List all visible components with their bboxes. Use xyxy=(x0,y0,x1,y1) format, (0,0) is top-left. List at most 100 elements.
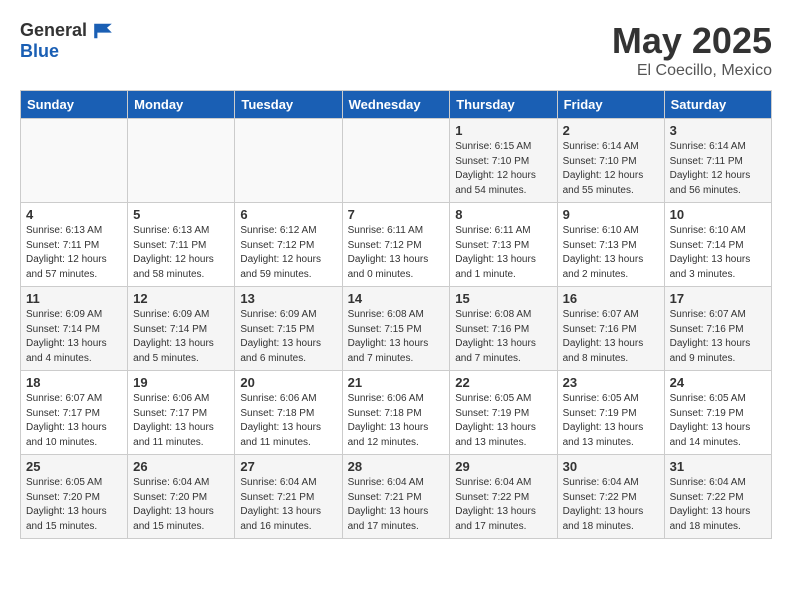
day-number: 19 xyxy=(133,375,229,390)
day-info: Sunrise: 6:04 AM Sunset: 7:22 PM Dayligh… xyxy=(563,476,659,534)
calendar-cell: 5 Sunrise: 6:13 AM Sunset: 7:11 PM Daylig… xyxy=(128,203,235,287)
day-number: 1 xyxy=(455,123,551,138)
day-number: 7 xyxy=(348,207,445,222)
logo: General Blue xyxy=(20,20,115,62)
calendar-cell: 1 Sunrise: 6:15 AM Sunset: 7:10 PM Daylig… xyxy=(450,119,557,203)
day-number: 30 xyxy=(563,459,659,474)
calendar-cell: 29 Sunrise: 6:04 AM Sunset: 7:22 PM Dayli… xyxy=(450,455,557,539)
day-number: 26 xyxy=(133,459,229,474)
day-info: Sunrise: 6:14 AM Sunset: 7:10 PM Dayligh… xyxy=(563,140,659,198)
calendar-header-row: SundayMondayTuesdayWednesdayThursdayFrid… xyxy=(21,91,772,119)
day-info: Sunrise: 6:07 AM Sunset: 7:17 PM Dayligh… xyxy=(26,392,122,450)
calendar-week-2: 4Sunrise: 6:13 AM Sunset: 7:11 PM Daylig… xyxy=(21,203,772,287)
day-info: Sunrise: 6:09 AM Sunset: 7:14 PM Dayligh… xyxy=(26,308,122,366)
day-number: 22 xyxy=(455,375,551,390)
calendar-cell: 13Sunrise: 6:09 AM Sunset: 7:15 PM Dayli… xyxy=(235,287,342,371)
day-number: 16 xyxy=(563,291,659,306)
day-number: 12 xyxy=(133,291,229,306)
day-info: Sunrise: 6:08 AM Sunset: 7:16 PM Dayligh… xyxy=(455,308,551,366)
location: El Coecillo, Mexico xyxy=(612,62,772,80)
day-info: Sunrise: 6:04 AM Sunset: 7:21 PM Dayligh… xyxy=(240,476,336,534)
day-number: 25 xyxy=(26,459,122,474)
day-info: Sunrise: 6:13 AM Sunset: 7:11 PM Dayligh… xyxy=(26,224,122,282)
day-number: 28 xyxy=(348,459,445,474)
day-number: 24 xyxy=(670,375,766,390)
day-info: Sunrise: 6:06 AM Sunset: 7:18 PM Dayligh… xyxy=(348,392,445,450)
day-number: 6 xyxy=(240,207,336,222)
title-block: May 2025 El Coecillo, Mexico xyxy=(612,20,772,80)
calendar: SundayMondayTuesdayWednesdayThursdayFrid… xyxy=(20,90,772,539)
col-header-tuesday: Tuesday xyxy=(235,91,342,119)
day-number: 29 xyxy=(455,459,551,474)
calendar-cell xyxy=(21,119,128,203)
calendar-cell: 8Sunrise: 6:11 AM Sunset: 7:13 PM Daylig… xyxy=(450,203,557,287)
day-info: Sunrise: 6:12 AM Sunset: 7:12 PM Dayligh… xyxy=(240,224,336,282)
day-number: 11 xyxy=(26,291,122,306)
day-number: 3 xyxy=(670,123,766,138)
calendar-cell: 24 Sunrise: 6:05 AM Sunset: 7:19 PM Dayli… xyxy=(664,371,771,455)
calendar-cell: 10 Sunrise: 6:10 AM Sunset: 7:14 PM Dayli… xyxy=(664,203,771,287)
calendar-cell: 22 Sunrise: 6:05 AM Sunset: 7:19 PM Dayli… xyxy=(450,371,557,455)
calendar-cell: 9 Sunrise: 6:10 AM Sunset: 7:13 PM Daylig… xyxy=(557,203,664,287)
calendar-cell: 19 Sunrise: 6:06 AM Sunset: 7:17 PM Dayli… xyxy=(128,371,235,455)
calendar-cell: 18 Sunrise: 6:07 AM Sunset: 7:17 PM Dayli… xyxy=(21,371,128,455)
day-info: Sunrise: 6:06 AM Sunset: 7:18 PM Dayligh… xyxy=(240,392,336,450)
calendar-week-3: 11 Sunrise: 6:09 AM Sunset: 7:14 PM Dayli… xyxy=(21,287,772,371)
col-header-sunday: Sunday xyxy=(21,91,128,119)
calendar-cell: 25 Sunrise: 6:05 AM Sunset: 7:20 PM Dayli… xyxy=(21,455,128,539)
day-info: Sunrise: 6:04 AM Sunset: 7:21 PM Dayligh… xyxy=(348,476,445,534)
calendar-cell: 11 Sunrise: 6:09 AM Sunset: 7:14 PM Dayli… xyxy=(21,287,128,371)
calendar-week-4: 18 Sunrise: 6:07 AM Sunset: 7:17 PM Dayli… xyxy=(21,371,772,455)
col-header-monday: Monday xyxy=(128,91,235,119)
calendar-cell: 30 Sunrise: 6:04 AM Sunset: 7:22 PM Dayli… xyxy=(557,455,664,539)
month-year: May 2025 xyxy=(612,20,772,62)
calendar-cell: 23Sunrise: 6:05 AM Sunset: 7:19 PM Dayli… xyxy=(557,371,664,455)
day-info: Sunrise: 6:05 AM Sunset: 7:20 PM Dayligh… xyxy=(26,476,122,534)
day-number: 2 xyxy=(563,123,659,138)
day-number: 20 xyxy=(240,375,336,390)
day-number: 8 xyxy=(455,207,551,222)
calendar-cell: 31 Sunrise: 6:04 AM Sunset: 7:22 PM Dayli… xyxy=(664,455,771,539)
calendar-cell: 27Sunrise: 6:04 AM Sunset: 7:21 PM Dayli… xyxy=(235,455,342,539)
day-info: Sunrise: 6:07 AM Sunset: 7:16 PM Dayligh… xyxy=(563,308,659,366)
day-number: 18 xyxy=(26,375,122,390)
calendar-cell: 26 Sunrise: 6:04 AM Sunset: 7:20 PM Dayli… xyxy=(128,455,235,539)
logo-text: General xyxy=(20,20,115,41)
page: General Blue May 2025 El Coecillo, Mexic… xyxy=(0,0,792,549)
day-number: 5 xyxy=(133,207,229,222)
calendar-cell: 7 Sunrise: 6:11 AM Sunset: 7:12 PM Daylig… xyxy=(342,203,450,287)
day-info: Sunrise: 6:05 AM Sunset: 7:19 PM Dayligh… xyxy=(670,392,766,450)
logo-flag-icon xyxy=(91,22,115,40)
day-info: Sunrise: 6:05 AM Sunset: 7:19 PM Dayligh… xyxy=(455,392,551,450)
day-info: Sunrise: 6:04 AM Sunset: 7:22 PM Dayligh… xyxy=(670,476,766,534)
day-info: Sunrise: 6:08 AM Sunset: 7:15 PM Dayligh… xyxy=(348,308,445,366)
calendar-cell xyxy=(342,119,450,203)
calendar-cell: 20 Sunrise: 6:06 AM Sunset: 7:18 PM Dayli… xyxy=(235,371,342,455)
calendar-cell: 3 Sunrise: 6:14 AM Sunset: 7:11 PM Daylig… xyxy=(664,119,771,203)
calendar-cell: 28 Sunrise: 6:04 AM Sunset: 7:21 PM Dayli… xyxy=(342,455,450,539)
day-info: Sunrise: 6:10 AM Sunset: 7:13 PM Dayligh… xyxy=(563,224,659,282)
day-info: Sunrise: 6:04 AM Sunset: 7:20 PM Dayligh… xyxy=(133,476,229,534)
calendar-cell: 12Sunrise: 6:09 AM Sunset: 7:14 PM Dayli… xyxy=(128,287,235,371)
day-info: Sunrise: 6:13 AM Sunset: 7:11 PM Dayligh… xyxy=(133,224,229,282)
day-number: 9 xyxy=(563,207,659,222)
day-number: 31 xyxy=(670,459,766,474)
calendar-cell: 16 Sunrise: 6:07 AM Sunset: 7:16 PM Dayli… xyxy=(557,287,664,371)
calendar-cell: 2 Sunrise: 6:14 AM Sunset: 7:10 PM Daylig… xyxy=(557,119,664,203)
day-info: Sunrise: 6:04 AM Sunset: 7:22 PM Dayligh… xyxy=(455,476,551,534)
day-info: Sunrise: 6:11 AM Sunset: 7:12 PM Dayligh… xyxy=(348,224,445,282)
day-number: 10 xyxy=(670,207,766,222)
day-number: 13 xyxy=(240,291,336,306)
day-info: Sunrise: 6:14 AM Sunset: 7:11 PM Dayligh… xyxy=(670,140,766,198)
logo-blue: Blue xyxy=(20,41,59,62)
day-number: 14 xyxy=(348,291,445,306)
day-info: Sunrise: 6:15 AM Sunset: 7:10 PM Dayligh… xyxy=(455,140,551,198)
logo-blue-text: Blue xyxy=(20,41,115,62)
day-info: Sunrise: 6:06 AM Sunset: 7:17 PM Dayligh… xyxy=(133,392,229,450)
header: General Blue May 2025 El Coecillo, Mexic… xyxy=(20,20,772,80)
day-number: 15 xyxy=(455,291,551,306)
day-number: 17 xyxy=(670,291,766,306)
calendar-cell: 6 Sunrise: 6:12 AM Sunset: 7:12 PM Daylig… xyxy=(235,203,342,287)
day-info: Sunrise: 6:10 AM Sunset: 7:14 PM Dayligh… xyxy=(670,224,766,282)
day-info: Sunrise: 6:07 AM Sunset: 7:16 PM Dayligh… xyxy=(670,308,766,366)
